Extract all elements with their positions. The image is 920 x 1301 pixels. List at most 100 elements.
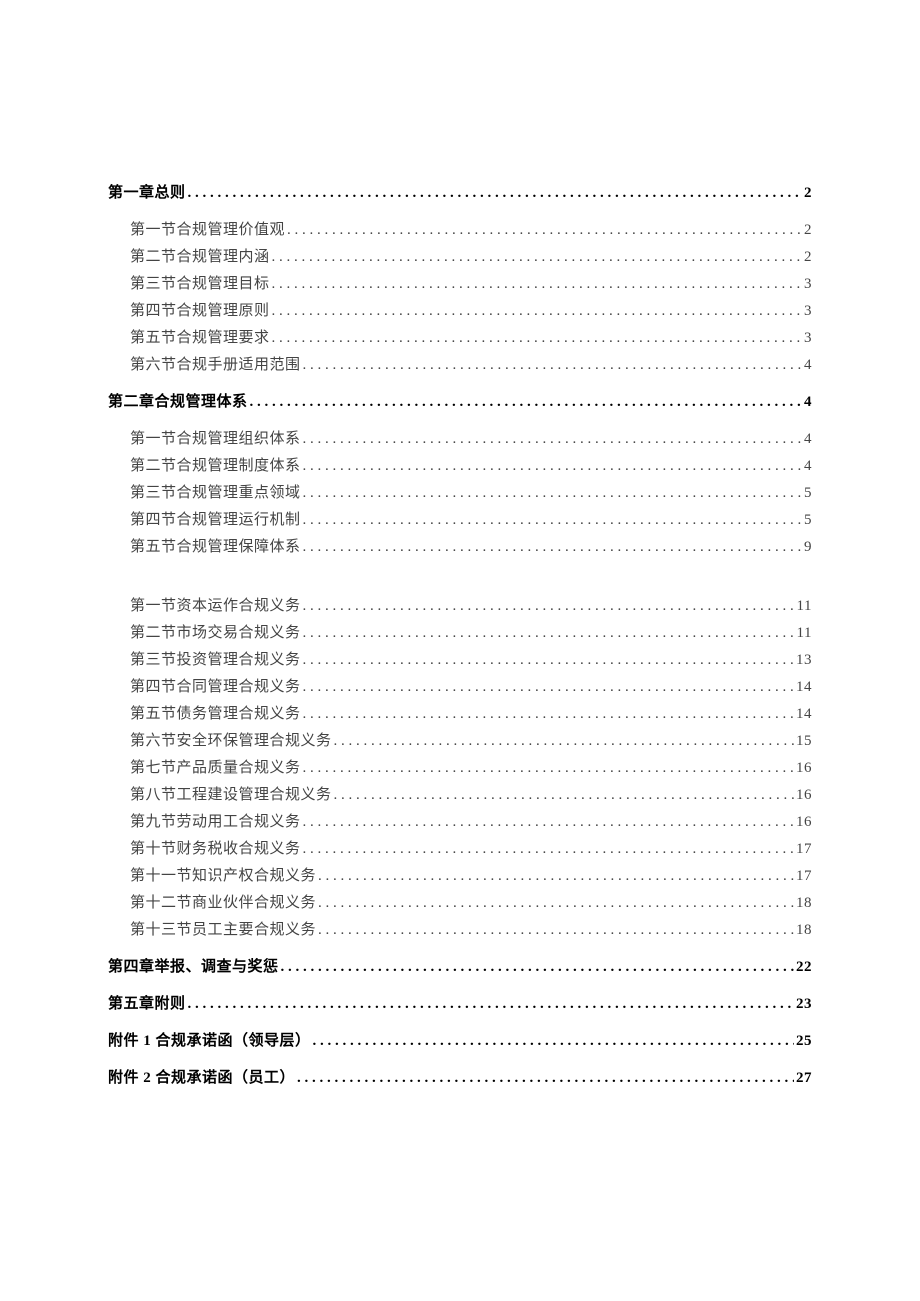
toc-section-entry[interactable]: 第三节投资管理合规义务 13 xyxy=(108,647,812,674)
toc-entry-page: 3 xyxy=(804,271,812,298)
toc-leader-dots xyxy=(303,453,802,480)
toc-entry-page: 3 xyxy=(804,325,812,352)
toc-leader-dots xyxy=(272,298,802,325)
toc-chapter-entry[interactable]: 第五章附则 23 xyxy=(108,991,812,1018)
toc-section-entry[interactable]: 第五节合规管理要求 3 xyxy=(108,325,812,352)
toc-entry-page: 16 xyxy=(796,782,812,809)
toc-entry-page: 11 xyxy=(797,620,812,647)
toc-leader-dots xyxy=(313,1028,794,1055)
toc-leader-dots xyxy=(272,271,802,298)
toc-entry-label: 第五节合规管理要求 xyxy=(130,325,270,352)
toc-entry-label: 第六节安全环保管理合规义务 xyxy=(130,728,332,755)
toc-leader-dots xyxy=(303,480,802,507)
toc-chapter-entry[interactable]: 附件 1 合规承诺函（领导层） 25 xyxy=(108,1028,812,1055)
document-page: 第一章总则2第一节合规管理价值观2第二节合规管理内涵2第三节合规管理目标3第四节… xyxy=(0,0,920,1301)
toc-entry-label: 第一节资本运作合规义务 xyxy=(130,593,301,620)
toc-leader-dots xyxy=(334,782,794,809)
toc-section-entry[interactable]: 第二节合规管理内涵2 xyxy=(108,244,812,271)
toc-section-entry[interactable]: 第八节工程建设管理合规义务 16 xyxy=(108,782,812,809)
toc-section-entry[interactable]: 第七节产品质量合规义务16 xyxy=(108,755,812,782)
toc-entry-page: 23 xyxy=(796,991,812,1018)
toc-chapter-entry[interactable]: 第一章总则 2 xyxy=(108,180,812,207)
toc-entry-page: 14 xyxy=(796,674,812,701)
toc-leader-dots xyxy=(303,620,795,647)
toc-entry-label: 第五节债务管理合规义务 xyxy=(130,701,301,728)
toc-entry-page: 11 xyxy=(797,593,812,620)
toc-entry-label: 第五章附则 xyxy=(108,991,186,1018)
toc-entry-label: 第二章合规管理体系 xyxy=(108,389,248,416)
toc-entry-label: 第十节财务税收合规义务 xyxy=(130,836,301,863)
toc-section-entry[interactable]: 第六节合规手册适用范围 4 xyxy=(108,352,812,379)
toc-leader-dots xyxy=(297,1065,794,1092)
toc-entry-label: 第二节合规管理内涵 xyxy=(130,244,270,271)
toc-entry-label: 第四章举报、调查与奖惩 xyxy=(108,954,279,981)
toc-section-entry[interactable]: 第一节合规管理组织体系4 xyxy=(108,426,812,453)
toc-entry-label: 第十三节员工主要合规义务 xyxy=(130,917,316,944)
toc-section-entry[interactable]: 第十一节知识产权合规义务 17 xyxy=(108,863,812,890)
toc-section-entry[interactable]: 第六节安全环保管理合规义务 15 xyxy=(108,728,812,755)
toc-entry-page: 5 xyxy=(804,480,812,507)
toc-section-entry[interactable]: 第三节合规管理重点领域 5 xyxy=(108,480,812,507)
toc-section-entry[interactable]: 第四节合规管理原则3 xyxy=(108,298,812,325)
toc-entry-page: 15 xyxy=(796,728,812,755)
toc-section-entry[interactable]: 第五节合规管理保障体系9 xyxy=(108,534,812,561)
toc-leader-dots xyxy=(188,180,802,207)
toc-entry-label: 附件 1 合规承诺函（领导层） xyxy=(108,1028,311,1055)
toc-entry-page: 25 xyxy=(796,1028,812,1055)
toc-chapter-entry[interactable]: 附件 2 合规承诺函（员工）27 xyxy=(108,1065,812,1092)
toc-leader-dots xyxy=(303,701,794,728)
toc-entry-page: 4 xyxy=(804,389,812,416)
toc-section-entry[interactable]: 第二节市场交易合规义务11 xyxy=(108,620,812,647)
toc-leader-dots xyxy=(334,728,794,755)
toc-section-entry[interactable]: 第四节合规管理运行机制5 xyxy=(108,507,812,534)
toc-entry-label: 第一节合规管理价值观 xyxy=(130,217,285,244)
toc-leader-dots xyxy=(303,507,802,534)
toc-entry-label: 第一章总则 xyxy=(108,180,186,207)
toc-section-entry[interactable]: 第十节财务税收合规义务17 xyxy=(108,836,812,863)
toc-section-entry[interactable]: 第一节合规管理价值观 2 xyxy=(108,217,812,244)
toc-entry-label: 第五节合规管理保障体系 xyxy=(130,534,301,561)
toc-entry-page: 2 xyxy=(804,180,812,207)
toc-leader-dots xyxy=(272,325,802,352)
toc-entry-label: 第十一节知识产权合规义务 xyxy=(130,863,316,890)
toc-entry-page: 18 xyxy=(796,917,812,944)
toc-entry-label: 第九节劳动用工合规义务 xyxy=(130,809,301,836)
toc-entry-label: 第三节合规管理重点领域 xyxy=(130,480,301,507)
toc-entry-page: 14 xyxy=(796,701,812,728)
toc-entry-page: 2 xyxy=(804,217,812,244)
toc-leader-dots xyxy=(318,890,794,917)
toc-entry-label: 第三节合规管理目标 xyxy=(130,271,270,298)
toc-entry-page: 13 xyxy=(796,647,812,674)
toc-leader-dots xyxy=(281,954,794,981)
toc-section-entry[interactable]: 第三节合规管理目标 3 xyxy=(108,271,812,298)
toc-entry-label: 第一节合规管理组织体系 xyxy=(130,426,301,453)
toc-entry-label: 第六节合规手册适用范围 xyxy=(130,352,301,379)
toc-leader-dots xyxy=(303,755,794,782)
toc-leader-dots xyxy=(272,244,802,271)
toc-section-entry[interactable]: 第四节合同管理合规义务14 xyxy=(108,674,812,701)
toc-entry-label: 第十二节商业伙伴合规义务 xyxy=(130,890,316,917)
toc-leader-dots xyxy=(287,217,802,244)
toc-entry-label: 第三节投资管理合规义务 xyxy=(130,647,301,674)
toc-section-entry[interactable]: 第一节资本运作合规义务 11 xyxy=(108,593,812,620)
toc-entry-page: 4 xyxy=(804,352,812,379)
toc-entry-label: 第八节工程建设管理合规义务 xyxy=(130,782,332,809)
toc-leader-dots xyxy=(303,836,794,863)
toc-entry-page: 5 xyxy=(804,507,812,534)
toc-leader-dots xyxy=(188,991,794,1018)
toc-entry-label: 附件 2 合规承诺函（员工） xyxy=(108,1065,295,1092)
toc-chapter-entry[interactable]: 第二章合规管理体系 4 xyxy=(108,389,812,416)
toc-entry-page: 17 xyxy=(796,863,812,890)
toc-leader-dots xyxy=(303,352,802,379)
toc-chapter-entry[interactable]: 第四章举报、调查与奖惩22 xyxy=(108,954,812,981)
toc-entry-label: 第二节合规管理制度体系 xyxy=(130,453,301,480)
toc-section-entry[interactable]: 第二节合规管理制度体系4 xyxy=(108,453,812,480)
toc-entry-page: 3 xyxy=(804,298,812,325)
toc-leader-dots xyxy=(250,389,802,416)
toc-entry-page: 16 xyxy=(796,755,812,782)
toc-section-entry[interactable]: 第十三节员工主要合规义务 18 xyxy=(108,917,812,944)
toc-leader-dots xyxy=(303,809,794,836)
toc-section-entry[interactable]: 第十二节商业伙伴合规义务18 xyxy=(108,890,812,917)
toc-section-entry[interactable]: 第九节劳动用工合规义务16 xyxy=(108,809,812,836)
toc-section-entry[interactable]: 第五节债务管理合规义务 14 xyxy=(108,701,812,728)
